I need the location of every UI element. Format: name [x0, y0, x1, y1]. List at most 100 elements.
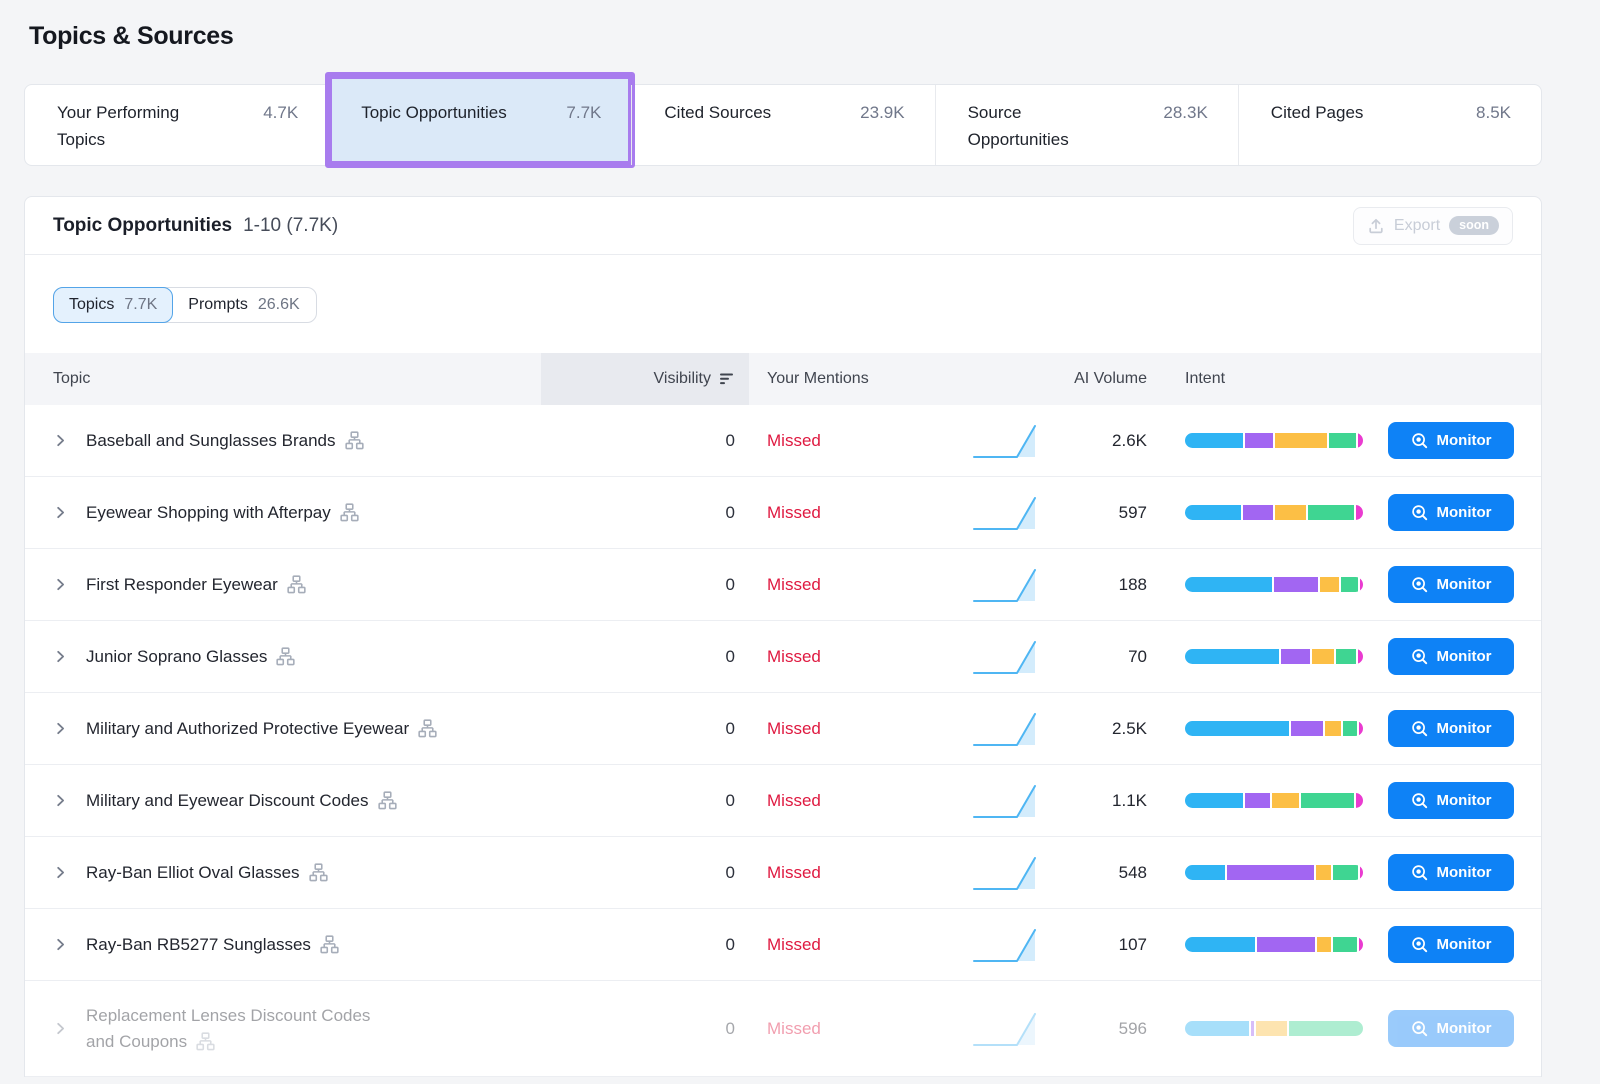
monitor-search-icon: [1411, 1020, 1428, 1037]
intent-cell: [1163, 721, 1385, 736]
topic-name[interactable]: Ray-Ban Elliot Oval Glasses: [86, 860, 328, 886]
mentions-cell: Missed: [749, 493, 1049, 533]
monitor-button[interactable]: Monitor: [1388, 1010, 1514, 1047]
page: Topics & Sources Your Performing Topics …: [0, 0, 1600, 1084]
chevron-right-icon[interactable]: [53, 649, 68, 664]
mentions-status: Missed: [767, 575, 821, 595]
intent-segment-purple: [1243, 505, 1273, 520]
intent-segment-purple: [1245, 793, 1270, 808]
tab-source-opportunities[interactable]: Source Opportunities 28.3K: [935, 85, 1238, 165]
intent-segment-purple: [1227, 865, 1314, 880]
topic-cell: Ray-Ban RB5277 Sunglasses: [25, 932, 541, 958]
chevron-right-icon[interactable]: [53, 1021, 68, 1036]
monitor-button[interactable]: Monitor: [1388, 854, 1514, 891]
ai-volume-value: 1.1K: [1049, 791, 1163, 811]
topic-name[interactable]: Baseball and Sunglasses Brands: [86, 428, 364, 454]
action-cell: Monitor: [1385, 710, 1541, 747]
topic-name[interactable]: Junior Soprano Glasses: [86, 644, 295, 670]
intent-segment-magenta: [1356, 505, 1363, 520]
table-row: Ray-Ban Elliot Oval Glasses 0 Missed 548…: [25, 837, 1541, 909]
monitor-search-icon: [1411, 720, 1428, 737]
monitor-search-icon: [1411, 792, 1428, 809]
intent-segment-purple: [1257, 937, 1315, 952]
chevron-right-icon[interactable]: [53, 433, 68, 448]
monitor-button[interactable]: Monitor: [1388, 566, 1514, 603]
trend-sparkline: [973, 925, 1039, 965]
tab-cited-pages[interactable]: Cited Pages 8.5K: [1238, 85, 1541, 165]
sort-descending-icon: [719, 372, 735, 386]
column-header-intent[interactable]: Intent: [1163, 370, 1385, 388]
chevron-right-icon[interactable]: [53, 793, 68, 808]
tab-your-performing-topics[interactable]: Your Performing Topics 4.7K: [25, 85, 328, 165]
upload-icon: [1367, 217, 1385, 235]
monitor-search-icon: [1411, 864, 1428, 881]
sitemap-icon: [287, 575, 306, 594]
tab-topic-opportunities[interactable]: Topic Opportunities 7.7K: [328, 85, 631, 165]
monitor-label: Monitor: [1437, 864, 1492, 881]
topic-cell: First Responder Eyewear: [25, 572, 541, 598]
topic-cell: Eyewear Shopping with Afterpay: [25, 500, 541, 526]
monitor-button[interactable]: Monitor: [1388, 422, 1514, 459]
intent-segment-green: [1343, 721, 1357, 736]
action-cell: Monitor: [1385, 926, 1541, 963]
column-header-visibility[interactable]: Visibility: [541, 353, 749, 405]
toggle-topics[interactable]: Topics 7.7K: [53, 287, 173, 323]
action-cell: Monitor: [1385, 566, 1541, 603]
intent-segment-blue: [1185, 577, 1272, 592]
table-row: Military and Eyewear Discount Codes 0 Mi…: [25, 765, 1541, 837]
intent-segment-blue: [1185, 793, 1243, 808]
monitor-button[interactable]: Monitor: [1388, 782, 1514, 819]
monitor-button[interactable]: Monitor: [1388, 926, 1514, 963]
topic-name[interactable]: Military and Eyewear Discount Codes: [86, 788, 397, 814]
tab-label: Topic Opportunities: [361, 99, 507, 126]
intent-segment-yellow: [1256, 1021, 1287, 1036]
mentions-status: Missed: [767, 935, 821, 955]
table-row: Junior Soprano Glasses 0 Missed 70 Monit…: [25, 621, 1541, 693]
ai-volume-value: 188: [1049, 575, 1163, 595]
intent-bar: [1185, 721, 1363, 736]
intent-segment-yellow: [1272, 793, 1299, 808]
table-row: Replacement Lenses Discount Codes and Co…: [25, 981, 1541, 1077]
chevron-right-icon[interactable]: [53, 721, 68, 736]
table-row: Ray-Ban RB5277 Sunglasses 0 Missed 107 M…: [25, 909, 1541, 981]
mentions-cell: Missed: [749, 565, 1049, 605]
intent-segment-green: [1336, 649, 1356, 664]
panel-title: Topic Opportunities: [53, 215, 232, 237]
chevron-right-icon[interactable]: [53, 577, 68, 592]
monitor-button[interactable]: Monitor: [1388, 710, 1514, 747]
tab-count: 28.3K: [1163, 99, 1207, 126]
topic-name[interactable]: Ray-Ban RB5277 Sunglasses: [86, 932, 339, 958]
intent-cell: [1163, 1021, 1385, 1036]
trend-sparkline: [973, 565, 1039, 605]
export-button[interactable]: Export soon: [1353, 207, 1513, 245]
monitor-button[interactable]: Monitor: [1388, 638, 1514, 675]
tab-label: Source Opportunities: [968, 99, 1100, 153]
export-label: Export: [1394, 217, 1440, 235]
monitor-label: Monitor: [1437, 720, 1492, 737]
chevron-right-icon[interactable]: [53, 937, 68, 952]
topic-name[interactable]: Military and Authorized Protective Eyewe…: [86, 716, 437, 742]
chevron-right-icon[interactable]: [53, 505, 68, 520]
intent-segment-green: [1333, 937, 1358, 952]
monitor-label: Monitor: [1437, 1020, 1492, 1037]
chevron-right-icon[interactable]: [53, 865, 68, 880]
topic-name[interactable]: Replacement Lenses Discount Codes and Co…: [86, 1003, 396, 1055]
column-header-topic[interactable]: Topic: [25, 370, 541, 388]
intent-cell: [1163, 937, 1385, 952]
topic-name[interactable]: First Responder Eyewear: [86, 572, 306, 598]
intent-segment-yellow: [1317, 937, 1331, 952]
column-header-your-mentions[interactable]: Your Mentions: [749, 370, 1049, 388]
intent-segment-blue: [1185, 649, 1279, 664]
monitor-button[interactable]: Monitor: [1388, 494, 1514, 531]
column-header-ai-volume[interactable]: AI Volume: [1049, 370, 1163, 388]
intent-cell: [1163, 649, 1385, 664]
intent-segment-purple: [1251, 1021, 1254, 1036]
mentions-cell: Missed: [749, 421, 1049, 461]
tab-cited-sources[interactable]: Cited Sources 23.9K: [631, 85, 934, 165]
intent-cell: [1163, 433, 1385, 448]
monitor-search-icon: [1411, 504, 1428, 521]
toggle-prompts[interactable]: Prompts 26.6K: [172, 288, 315, 322]
topic-name[interactable]: Eyewear Shopping with Afterpay: [86, 500, 359, 526]
trend-sparkline: [973, 1009, 1039, 1049]
topic-cell: Junior Soprano Glasses: [25, 644, 541, 670]
